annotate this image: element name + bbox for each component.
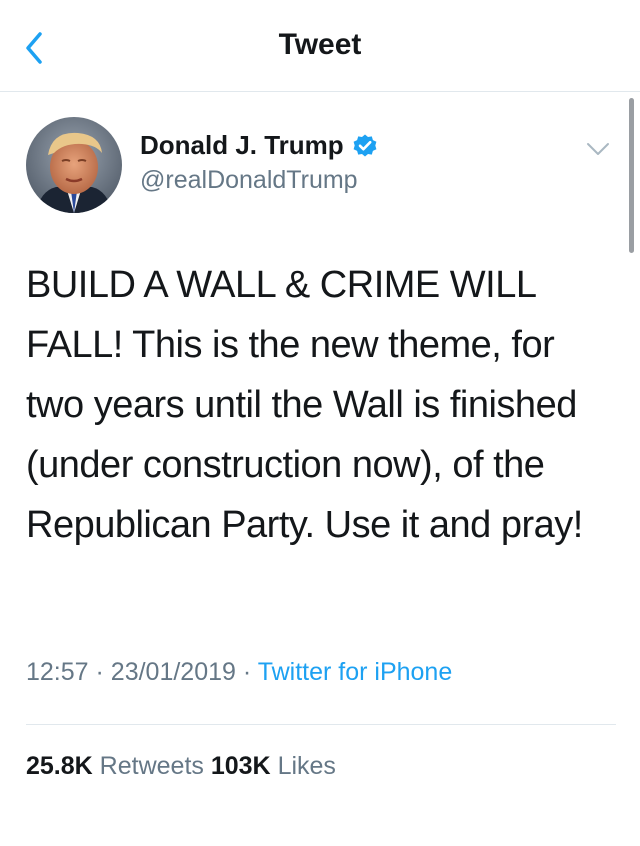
retweets-stat[interactable]: 25.8K Retweets <box>26 752 211 780</box>
likes-label: Likes <box>277 752 336 780</box>
tweet-meta: 12:57 · 23/01/2019 · Twitter for iPhone <box>26 658 452 687</box>
avatar-portrait-icon <box>26 117 122 213</box>
author-handle[interactable]: @realDonaldTrump <box>140 166 358 195</box>
tweet-date: 23/01/2019 <box>110 658 236 686</box>
avatar[interactable] <box>26 117 122 213</box>
verified-badge-icon <box>353 134 377 156</box>
retweets-label: Retweets <box>99 752 204 780</box>
tweet-time: 12:57 <box>26 658 89 686</box>
author-name-row: Donald J. Trump <box>140 130 378 161</box>
chevron-down-icon[interactable] <box>584 138 612 160</box>
tweet-stats: 25.8K Retweets 103K Likes <box>26 752 336 781</box>
nav-bar: Tweet <box>0 0 640 92</box>
divider <box>26 724 616 725</box>
meta-separator: · <box>95 658 104 686</box>
likes-stat[interactable]: 103K Likes <box>211 752 336 780</box>
tweet-text: BUILD A WALL & CRIME WILL FALL! This is … <box>26 264 583 546</box>
author-name[interactable]: Donald J. Trump <box>140 130 344 161</box>
likes-count: 103K <box>210 752 271 780</box>
scrollbar[interactable] <box>629 98 634 253</box>
tweet-source-link[interactable]: Twitter for iPhone <box>258 658 453 686</box>
retweets-count: 25.8K <box>26 752 93 780</box>
meta-separator: · <box>242 658 252 686</box>
page-title: Tweet <box>278 28 362 61</box>
